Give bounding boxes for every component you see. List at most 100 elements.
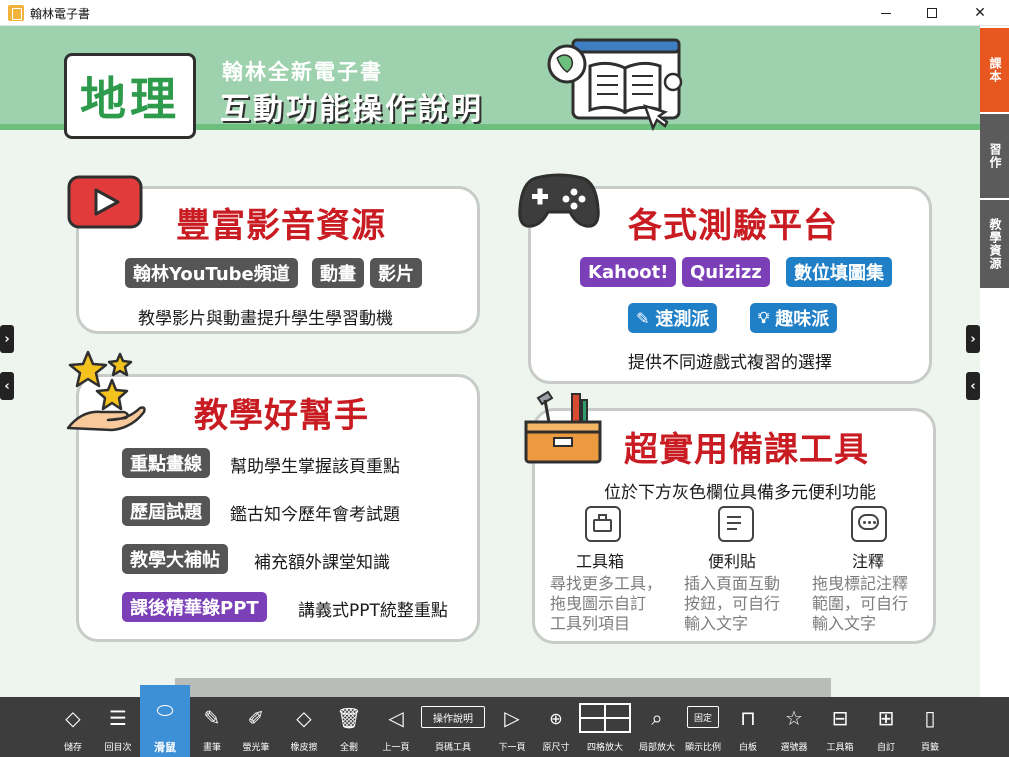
toolbar-toolbox[interactable]: ⊟ 工具箱 — [824, 697, 856, 757]
pill-kahoot[interactable]: Kahoot! — [580, 257, 677, 287]
media-desc: 教學影片與動畫提升學生學習動機 — [138, 309, 393, 329]
toolbar-zoom-area[interactable]: ⌕ 局部放大 — [638, 697, 676, 757]
whiteboard-icon: ⊓ — [740, 706, 756, 730]
toolbar-eraser-label: 橡皮擦 — [290, 743, 318, 753]
mouse-icon: ⬭ — [156, 698, 174, 722]
toolbar-page-tool[interactable]: 操作說明 頁碼工具 — [420, 697, 486, 757]
open-book-icon — [547, 38, 683, 132]
toolbar-eraser[interactable]: ◇ 橡皮擦 — [286, 697, 322, 757]
pill-teaching-supplement[interactable]: 教學大補帖 — [122, 544, 228, 574]
toolbar-pen[interactable]: ✎ 畫筆 — [196, 697, 228, 757]
right-next-arrow[interactable]: › — [966, 325, 980, 353]
tab-teaching-resources[interactable]: 教學資源 — [980, 200, 1009, 288]
minimize-button[interactable] — [863, 0, 909, 26]
tool-annotation-line2: 範圍，可自行 — [812, 594, 909, 613]
toolbar-toolbox-label: 工具箱 — [826, 743, 854, 753]
display-ratio-box-label: 固定 — [693, 713, 712, 724]
toolbar-next-page[interactable]: ▷ 下一頁 — [494, 697, 530, 757]
key-points-desc: 幫助學生掌握該頁重點 — [230, 457, 400, 477]
pill-quizizz[interactable]: Quizizz — [682, 257, 770, 287]
save-icon: ◇ — [65, 706, 81, 730]
toolbar-whiteboard[interactable]: ⊓ 白板 — [732, 697, 764, 757]
toolbar-bookmark[interactable]: ▯ 頁籤 — [914, 697, 946, 757]
pen-icon: ✎ — [203, 706, 221, 730]
close-button[interactable]: ✕ — [957, 0, 1003, 26]
toolbar-display-ratio[interactable]: 固定 顯示比例 — [684, 697, 722, 757]
tool-annotation-line1: 拖曳標記注釋 — [812, 574, 909, 593]
tool-toolbox-line3: 工具列項目 — [550, 614, 631, 633]
original-size-icon: ⊕ — [549, 708, 563, 728]
horizontal-scrollbar[interactable] — [175, 678, 831, 697]
tool-annotation-line3: 輸入文字 — [812, 614, 877, 633]
pill-fun-label: 趣味派 — [775, 309, 830, 330]
pill-digital-map[interactable]: 數位填圖集 — [786, 257, 892, 287]
sticky-note-icon[interactable] — [718, 506, 754, 542]
pencil-icon: ✎ — [636, 308, 650, 328]
header-line1: 翰林全新電子書 — [222, 60, 383, 84]
youtube-play-icon — [67, 175, 143, 229]
toolbar-highlighter-label: 螢光筆 — [242, 743, 270, 753]
toolbar-custom[interactable]: ⊞ 自訂 — [870, 697, 902, 757]
pill-animation[interactable]: 動畫 — [312, 258, 364, 288]
toolbar-save[interactable]: ◇ 儲存 — [56, 697, 90, 757]
toolbox-icon[interactable] — [585, 506, 621, 542]
toolbar-prev-page-label: 上一頁 — [382, 743, 410, 753]
past-exams-desc: 鑑古知今歷年會考試題 — [230, 505, 400, 525]
bottom-toolbar: ◇ 儲存 ☰ 回目次 ⬭ 滑鼠 ✎ 畫筆 ✐ 螢光筆 ◇ 橡皮擦 🗑︎ 全刪 ◁… — [0, 685, 1009, 757]
toolbar-clear-all-label: 全刪 — [339, 743, 358, 753]
toolbar-zoom-area-label: 局部放大 — [638, 743, 675, 753]
toolbar-picker-label: 選號器 — [780, 743, 808, 753]
annotation-icon[interactable] — [851, 506, 887, 542]
page-canvas: 地理 翰林全新電子書 互動功能操作說明 豐富影音資源 翰林YouTube頻道 動… — [0, 26, 980, 697]
pill-past-exams[interactable]: 歷屆試題 — [122, 496, 210, 526]
quiz-title: 各式測驗平台 — [628, 206, 838, 246]
media-title: 豐富影音資源 — [176, 206, 386, 246]
right-tab-rail: 課本 習作 教學資源 — [980, 26, 1009, 697]
tool-sticky-line2: 按鈕，可自行 — [684, 594, 781, 613]
tool-toolbox-line2: 拖曳圖示自訂 — [550, 594, 647, 613]
pill-video[interactable]: 影片 — [370, 258, 422, 288]
toolbar-whiteboard-label: 白板 — [738, 743, 757, 753]
minimize-icon — [881, 12, 891, 14]
right-prev-arrow[interactable]: ‹ — [966, 372, 980, 400]
toolbar-picker[interactable]: ☆ 選號器 — [776, 697, 812, 757]
tab-workbook[interactable]: 習作 — [980, 114, 1009, 198]
toolbar-custom-label: 自訂 — [876, 743, 895, 753]
toolbar-next-page-label: 下一頁 — [498, 743, 526, 753]
stars-hand-icon — [66, 350, 146, 432]
gamepad-icon — [518, 173, 600, 228]
lightbulb-icon: 💡︎ — [758, 308, 770, 327]
highlighter-icon: ✐ — [247, 706, 265, 730]
toolbar-toc[interactable]: ☰ 回目次 — [100, 697, 136, 757]
custom-icon: ⊞ — [877, 706, 895, 730]
teaching-supplement-desc: 補充額外課堂知識 — [254, 553, 390, 573]
toolbar-mouse[interactable]: ⬭ 滑鼠 — [140, 685, 190, 757]
toolbar-save-label: 儲存 — [63, 743, 82, 753]
tool-sticky-line1: 插入頁面互動 — [684, 574, 781, 593]
tools-title: 超實用備課工具 — [624, 430, 869, 470]
left-prev-arrow[interactable]: ‹ — [0, 372, 14, 400]
app-icon — [8, 5, 24, 21]
eraser-icon: ◇ — [296, 706, 312, 730]
tool-sticky-line3: 輸入文字 — [684, 614, 749, 633]
toolbar-four-grid[interactable]: 四格放大 — [578, 697, 632, 757]
toolbar-page-tool-label: 頁碼工具 — [434, 743, 471, 753]
tool-sticky-name: 便利貼 — [708, 552, 757, 571]
toolbar-clear-all[interactable]: 🗑︎ 全刪 — [334, 697, 364, 757]
tab-textbook[interactable]: 課本 — [980, 28, 1009, 112]
pill-key-points[interactable]: 重點畫線 — [122, 448, 210, 478]
toolbar-original-size[interactable]: ⊕ 原尺寸 — [538, 697, 574, 757]
pill-speed-test[interactable]: ✎ 速測派 — [628, 303, 718, 333]
left-next-arrow[interactable]: › — [0, 325, 14, 353]
toolbar-pen-label: 畫筆 — [202, 743, 221, 753]
tool-toolbox-line1: 尋找更多工具， — [550, 574, 663, 593]
toolbar-highlighter[interactable]: ✐ 螢光筆 — [238, 697, 274, 757]
pill-fun[interactable]: 💡︎ 趣味派 — [750, 303, 838, 333]
trash-icon: 🗑︎ — [336, 706, 362, 730]
pill-ppt[interactable]: 課後精華錄PPT — [122, 592, 267, 622]
subject-badge: 地理 — [64, 53, 196, 139]
pill-youtube-channel[interactable]: 翰林YouTube頻道 — [125, 258, 298, 288]
pill-speed-test-label: 速測派 — [655, 309, 710, 330]
maximize-button[interactable] — [909, 0, 955, 26]
toolbar-prev-page[interactable]: ◁ 上一頁 — [378, 697, 414, 757]
